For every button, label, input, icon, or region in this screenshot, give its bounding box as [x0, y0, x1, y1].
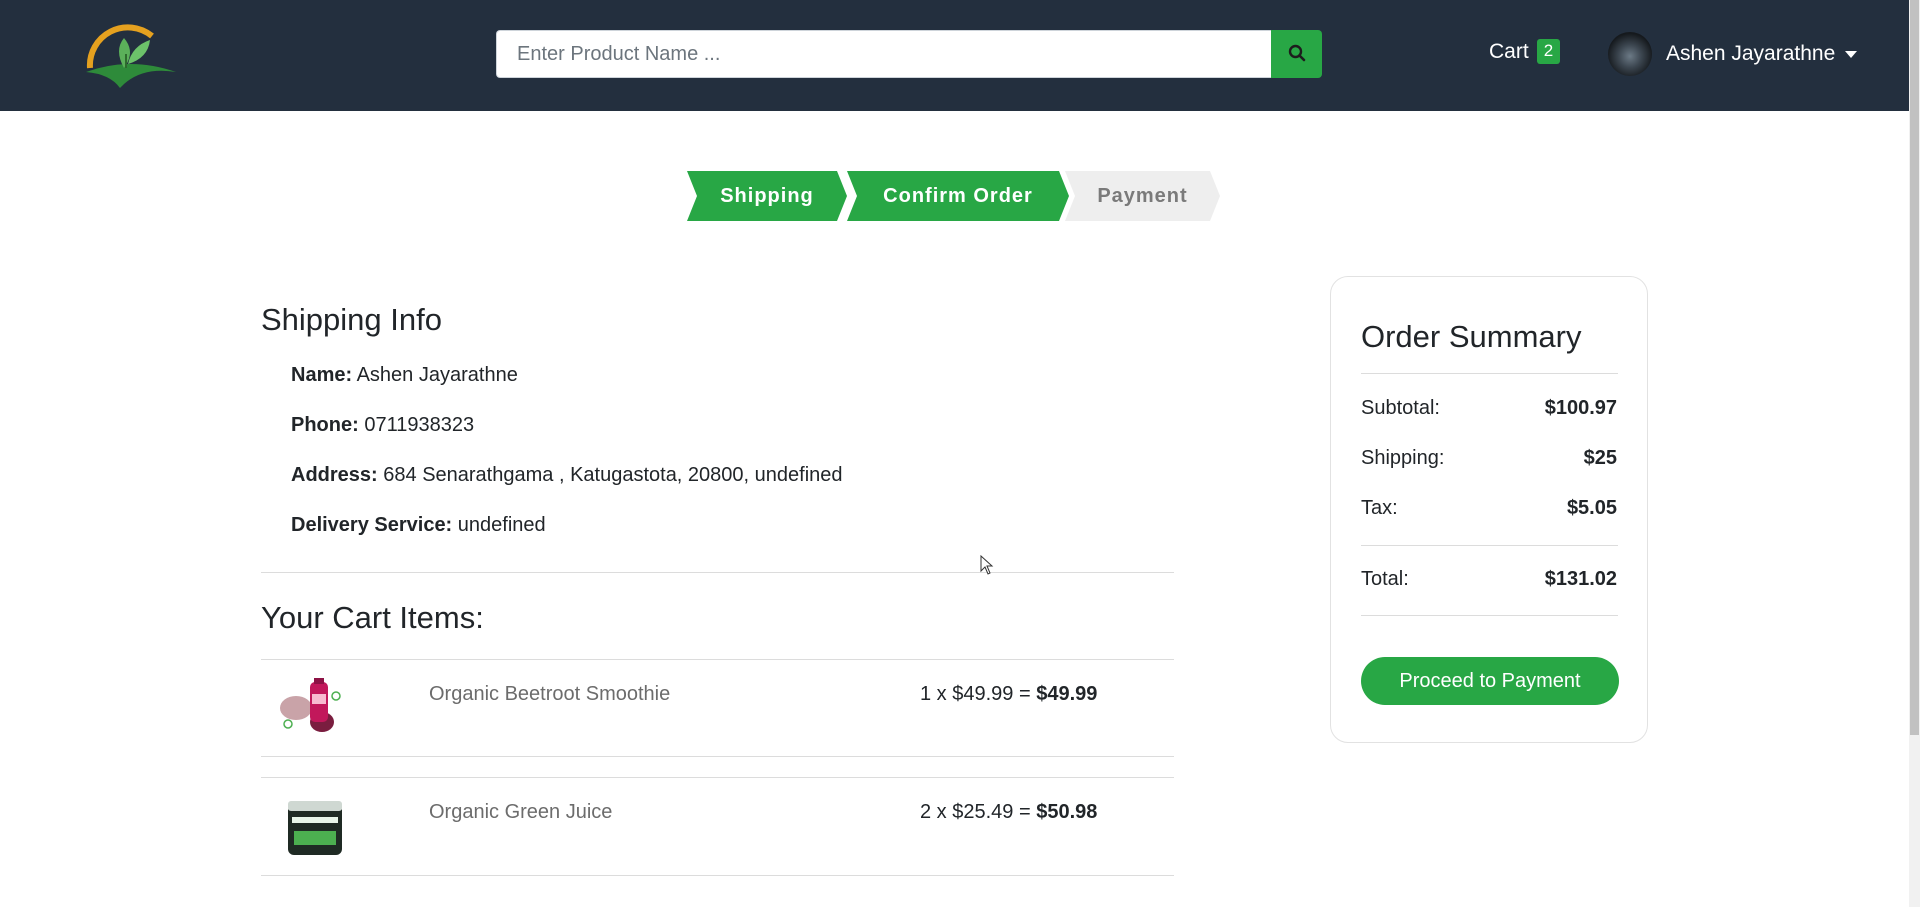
search-icon [1288, 44, 1306, 65]
cart-count-badge: 2 [1536, 39, 1561, 64]
step-label: Payment [1097, 184, 1188, 207]
delivery-label: Delivery Service: [291, 514, 453, 536]
cart-label: Cart [1489, 39, 1529, 63]
step-label: Confirm Order [883, 184, 1033, 207]
item-price-calc: 2 x $25.49 = [920, 801, 1037, 823]
name-label: Name: [291, 364, 353, 386]
tax-label: Tax: [1361, 497, 1398, 519]
divider [261, 756, 1174, 757]
total-value: $131.02 [1544, 568, 1617, 590]
cart-items-title: Your Cart Items: [261, 600, 484, 635]
user-name: Ashen Jayarathne [1666, 42, 1836, 65]
address-value: 684 Senarathgama , Katugastota, 20800, u… [383, 464, 843, 486]
subtotal-label: Subtotal: [1361, 397, 1440, 419]
tax-value: $5.05 [1566, 497, 1617, 519]
leaf-logo-icon[interactable] [80, 20, 180, 90]
step-shipping[interactable]: Shipping [687, 171, 847, 221]
divider [1361, 373, 1618, 374]
divider [261, 572, 1174, 573]
shipping-delivery-service: Delivery Service: undefined [291, 514, 546, 537]
search-bar [496, 30, 1322, 78]
cart-item-price: 1 x $49.99 = $49.99 [920, 683, 1097, 706]
chevron-down-icon [1845, 50, 1858, 58]
green-juice-image [274, 797, 354, 857]
step-payment: Payment [1065, 171, 1220, 221]
shipping-address: Address: 684 Senarathgama , Katugastota,… [291, 464, 843, 487]
page-scrollbar[interactable] [1909, 0, 1920, 907]
divider [261, 777, 1174, 778]
delivery-value: undefined [457, 514, 546, 536]
cart-item-price: 2 x $25.49 = $50.98 [920, 801, 1097, 824]
order-summary-title: Order Summary [1361, 319, 1582, 354]
shipping-value: $25 [1583, 447, 1617, 469]
step-label: Shipping [720, 184, 814, 207]
beetroot-smoothie-image [274, 678, 354, 738]
shipping-label: Shipping: [1361, 447, 1445, 469]
divider [1361, 545, 1618, 546]
phone-value: 0711938323 [364, 414, 475, 436]
cart-item-name[interactable]: Organic Beetroot Smoothie [429, 683, 670, 706]
address-label: Address: [291, 464, 378, 486]
cart-item-name[interactable]: Organic Green Juice [429, 801, 612, 824]
shipping-info-title: Shipping Info [261, 302, 442, 337]
subtotal-value: $100.97 [1544, 397, 1617, 419]
shipping-phone: Phone: 0711938323 [291, 414, 474, 437]
item-price-calc: 1 x $49.99 = [920, 683, 1037, 705]
avatar [1608, 32, 1652, 76]
search-input[interactable] [496, 30, 1271, 78]
top-navbar: Cart 2 Ashen Jayarathne [0, 0, 1909, 111]
name-value: Ashen Jayarathne [356, 364, 518, 386]
item-line-total: $50.98 [1036, 801, 1098, 823]
divider [261, 659, 1174, 660]
phone-label: Phone: [291, 414, 359, 436]
mouse-cursor-icon [980, 554, 994, 575]
step-confirm-order[interactable]: Confirm Order [847, 171, 1069, 221]
divider [261, 875, 1174, 876]
proceed-to-payment-button[interactable]: Proceed to Payment [1361, 657, 1619, 705]
divider [1361, 615, 1618, 616]
shipping-name: Name: Ashen Jayarathne [291, 364, 518, 387]
item-line-total: $49.99 [1036, 683, 1098, 705]
order-summary-card: Order Summary Subtotal: $100.97 Shipping… [1330, 276, 1648, 743]
search-button[interactable] [1271, 30, 1322, 78]
total-label: Total: [1361, 568, 1409, 590]
cart-link[interactable]: Cart 2 [1489, 39, 1561, 64]
user-menu[interactable]: Ashen Jayarathne [1608, 32, 1858, 76]
scrollbar-thumb[interactable] [1910, 0, 1919, 735]
